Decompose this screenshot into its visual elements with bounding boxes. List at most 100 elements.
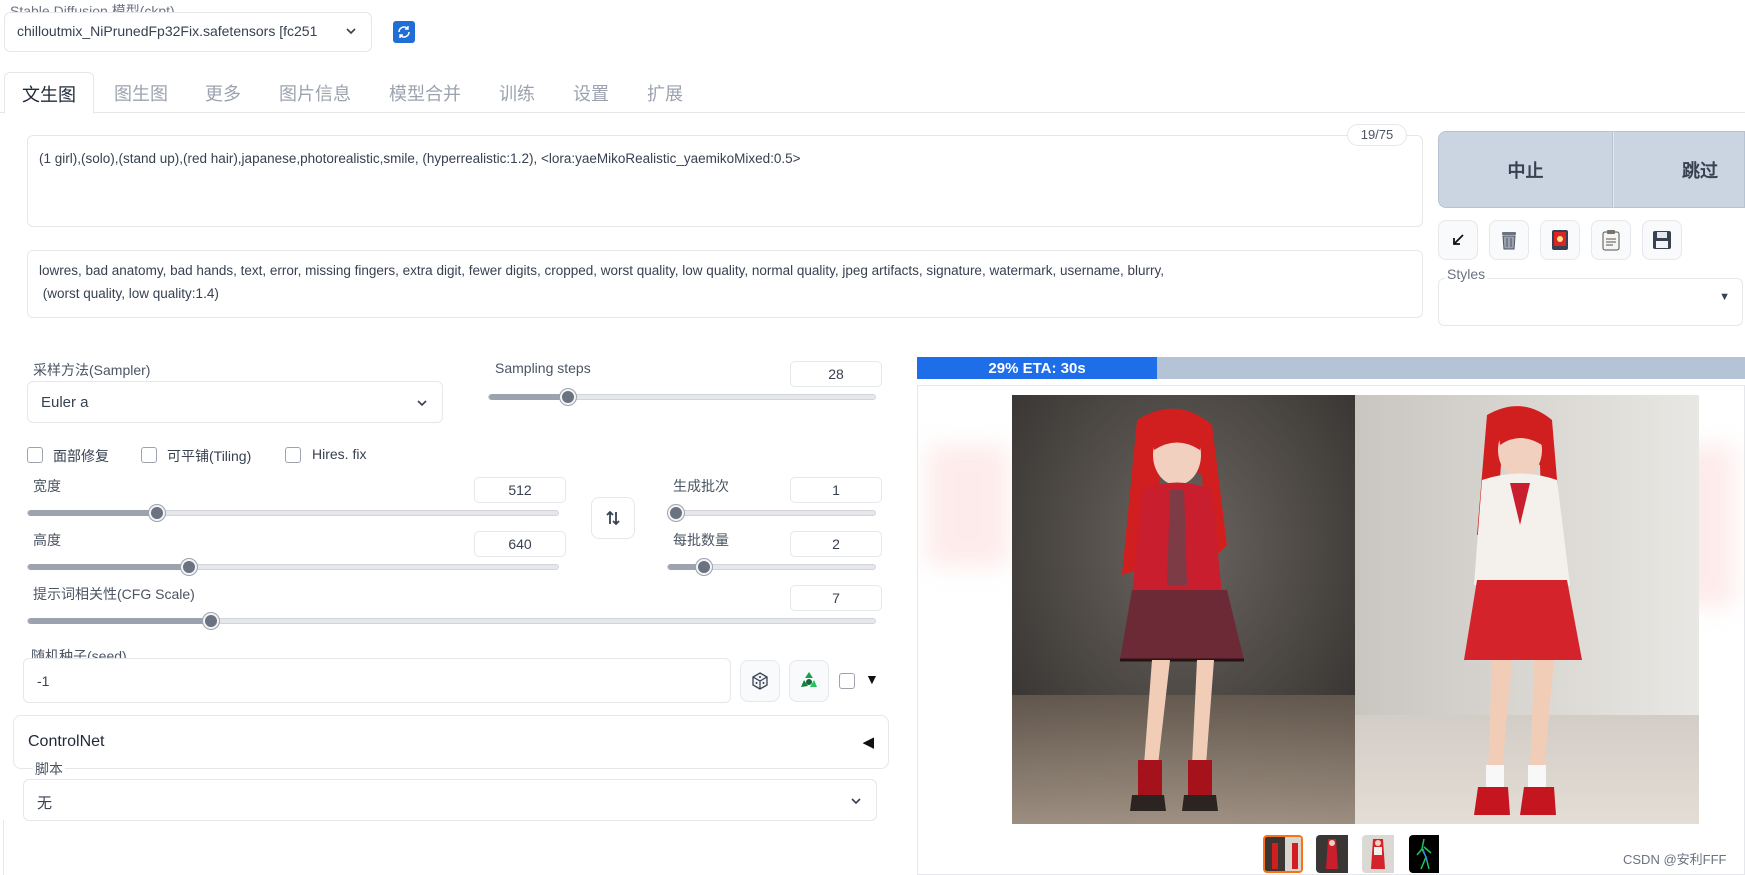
gallery-thumbnail[interactable] xyxy=(1316,835,1356,873)
slider-thumb[interactable] xyxy=(202,613,219,629)
hires-fix-label: Hires. fix xyxy=(312,446,367,462)
slider-fill xyxy=(28,510,154,516)
trash-icon xyxy=(1502,232,1516,250)
width-slider[interactable] xyxy=(27,505,559,521)
skip-button[interactable]: 跳过 xyxy=(1613,131,1745,208)
tab-extensions[interactable]: 扩展 xyxy=(647,80,683,106)
slider-fill xyxy=(489,394,563,400)
width-label: 宽度 xyxy=(33,478,61,494)
tab-train[interactable]: 训练 xyxy=(499,80,535,106)
triangle-down-icon[interactable]: ▼ xyxy=(865,671,879,687)
extra-seed-checkbox[interactable] xyxy=(839,673,855,689)
script-label: 脚本 xyxy=(33,759,65,779)
arrow-down-left-icon xyxy=(1453,234,1464,245)
clear-prompt-button[interactable] xyxy=(1489,220,1529,260)
height-slider[interactable] xyxy=(27,559,559,575)
gallery-thumbnail[interactable] xyxy=(1263,835,1303,873)
interrupt-button[interactable]: 中止 xyxy=(1438,131,1613,208)
card-icon xyxy=(1552,230,1568,250)
model-select[interactable]: chilloutmix_NiPrunedFp32Fix.safetensors … xyxy=(4,12,372,52)
sampling-steps-input[interactable]: 28 xyxy=(790,361,882,387)
chevron-down-icon xyxy=(345,25,357,40)
collapse-arrow-icon: ◀ xyxy=(862,734,874,751)
slider-fill xyxy=(28,618,207,624)
random-seed-button[interactable] xyxy=(740,660,780,702)
tab-label: 文生图 xyxy=(22,85,76,105)
face-restore-checkbox[interactable] xyxy=(27,447,43,463)
refresh-models-button[interactable] xyxy=(393,21,415,43)
progress-bar: 29% ETA: 30s xyxy=(917,357,1745,379)
script-select[interactable]: 无 xyxy=(23,779,877,821)
height-label: 高度 xyxy=(33,532,61,548)
tiling-checkbox[interactable] xyxy=(141,447,157,463)
height-input[interactable]: 640 xyxy=(474,531,566,557)
sampler-select[interactable]: Euler a xyxy=(27,381,443,423)
batch-count-input[interactable]: 1 xyxy=(790,477,882,503)
blurred-background xyxy=(928,446,1008,566)
apply-style-button[interactable] xyxy=(1591,220,1631,260)
prompt-text: (1 girl),(solo),(stand up),(red hair),ja… xyxy=(39,151,801,166)
skip-label: 跳过 xyxy=(1682,160,1718,181)
negative-prompt-textarea[interactable]: lowres, bad anatomy, bad hands, text, er… xyxy=(27,250,1423,318)
slider-thumb[interactable] xyxy=(559,389,576,405)
tab-merge[interactable]: 模型合并 xyxy=(389,80,461,106)
width-input[interactable]: 512 xyxy=(474,477,566,503)
batch-count-slider[interactable] xyxy=(667,505,876,521)
recycle-icon xyxy=(801,672,817,687)
hires-fix-checkbox[interactable] xyxy=(285,447,301,463)
slider-thumb[interactable] xyxy=(149,505,166,521)
slider-thumb[interactable] xyxy=(695,559,712,575)
sampling-steps-label: Sampling steps xyxy=(495,360,591,376)
gallery-thumbnail[interactable] xyxy=(1362,835,1402,873)
cfg-label: 提示词相关性(CFG Scale) xyxy=(33,586,195,602)
prompt-textarea[interactable]: (1 girl),(solo),(stand up),(red hair),ja… xyxy=(27,135,1423,227)
script-value: 无 xyxy=(37,795,53,812)
styles-dropdown[interactable]: ▼ xyxy=(1438,278,1743,326)
preview-image[interactable] xyxy=(1012,395,1699,824)
model-select-value: chilloutmix_NiPrunedFp32Fix.safetensors … xyxy=(17,23,318,39)
refresh-icon xyxy=(398,26,410,38)
seed-input[interactable]: -1 xyxy=(23,658,731,703)
sampler-label: 采样方法(Sampler) xyxy=(33,362,151,378)
controlnet-label: ControlNet xyxy=(28,733,105,750)
negative-prompt-line2: (worst quality, low quality:1.4) xyxy=(39,286,219,301)
sampling-steps-slider[interactable] xyxy=(488,389,876,405)
slider-fill xyxy=(668,564,698,570)
styles-label: Styles xyxy=(1445,266,1488,282)
slider-fill xyxy=(28,564,186,570)
read-params-button[interactable] xyxy=(1438,220,1478,260)
chevron-down-icon xyxy=(850,794,862,810)
reuse-seed-button[interactable] xyxy=(789,660,829,702)
controlnet-accordion[interactable]: ControlNet ◀ xyxy=(13,715,889,769)
sampler-value: Euler a xyxy=(41,394,89,411)
clipboard-icon xyxy=(1602,230,1620,251)
slider-thumb[interactable] xyxy=(668,505,684,521)
floppy-disk-icon xyxy=(1653,231,1671,249)
dice-icon xyxy=(752,672,768,690)
cfg-input[interactable]: 7 xyxy=(790,585,882,611)
tab-png-info[interactable]: 图片信息 xyxy=(279,80,351,106)
batch-size-label: 每批数量 xyxy=(673,532,729,548)
extra-networks-button[interactable] xyxy=(1540,220,1580,260)
seed-value: -1 xyxy=(37,673,50,689)
batch-size-input[interactable]: 2 xyxy=(790,531,882,557)
token-counter: 19/75 xyxy=(1347,124,1407,146)
left-panel-border xyxy=(3,820,4,875)
gallery-thumbnail[interactable] xyxy=(1409,835,1449,873)
interrupt-label: 中止 xyxy=(1507,160,1544,181)
batch-size-slider[interactable] xyxy=(667,559,876,575)
tab-extras[interactable]: 更多 xyxy=(205,80,241,106)
tab-settings[interactable]: 设置 xyxy=(573,80,609,106)
batch-count-label: 生成批次 xyxy=(673,478,729,494)
slider-thumb[interactable] xyxy=(181,559,198,575)
swap-arrows-icon xyxy=(606,510,620,526)
tiling-label: 可平铺(Tiling) xyxy=(167,448,252,464)
face-restore-label: 面部修复 xyxy=(53,448,109,464)
save-style-button[interactable] xyxy=(1642,220,1682,260)
negative-prompt-line1: lowres, bad anatomy, bad hands, text, er… xyxy=(39,263,1164,278)
swap-dimensions-button[interactable] xyxy=(591,497,635,539)
progress-fill: 29% ETA: 30s xyxy=(917,357,1158,379)
tab-img2img[interactable]: 图生图 xyxy=(114,80,168,106)
tab-txt2img[interactable]: 文生图 xyxy=(4,72,94,114)
cfg-slider[interactable] xyxy=(27,613,876,629)
